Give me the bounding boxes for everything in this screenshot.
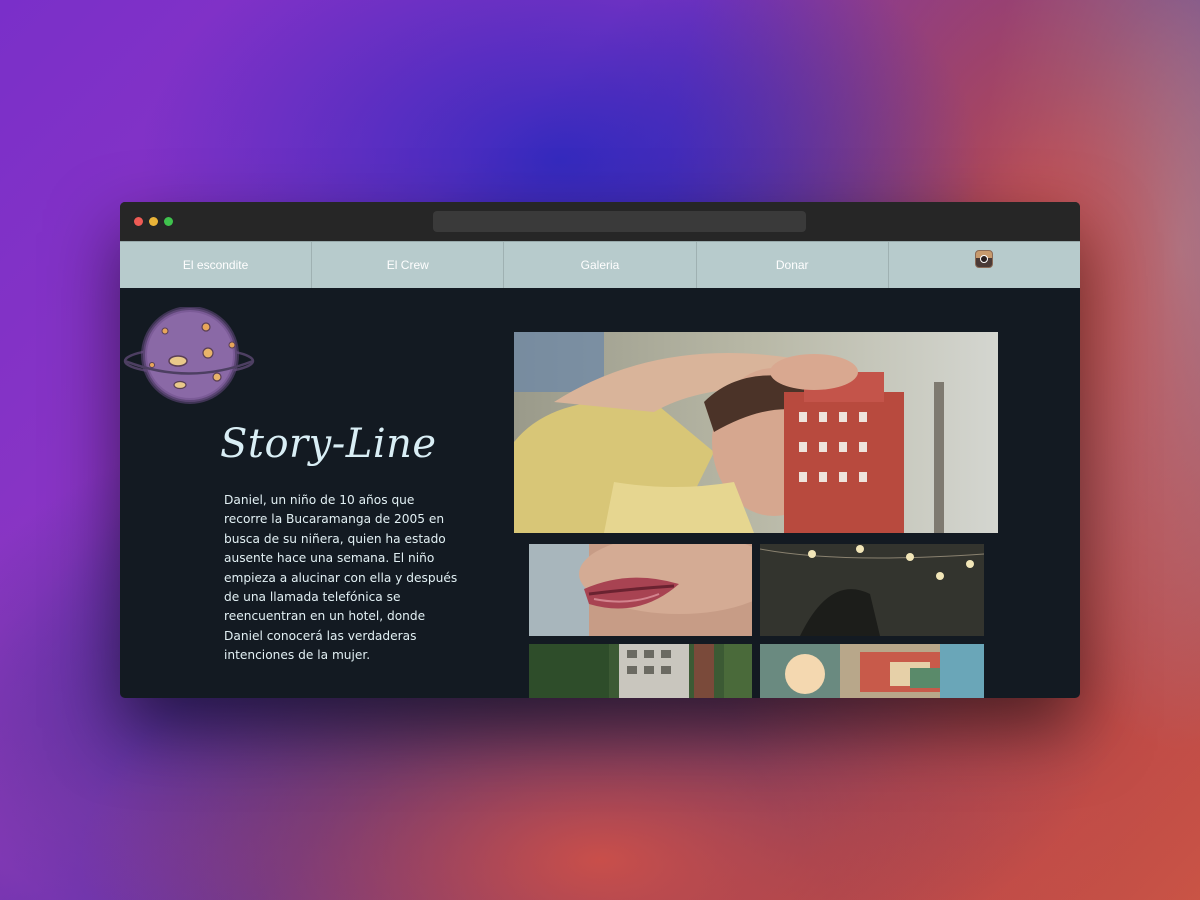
nav-item-label: El Crew	[386, 258, 429, 272]
nav-item-donar[interactable]: Donar	[697, 242, 889, 288]
nav-item-galeria[interactable]: Galeria	[504, 242, 697, 288]
nav-item-label: Galeria	[580, 258, 620, 272]
planet-illustration	[122, 306, 256, 405]
nav-item-el-escondite[interactable]: El escondite	[120, 242, 313, 288]
hero-still-image	[514, 332, 998, 533]
synopsis-text: Daniel, un niño de 10 años que recorre l…	[224, 493, 458, 663]
gallery-thumbnail-lights[interactable]	[760, 544, 984, 636]
address-bar[interactable]	[433, 211, 806, 232]
close-window-button[interactable]	[134, 217, 143, 226]
page-title: Story-Line	[220, 421, 437, 467]
browser-titlebar	[120, 202, 1080, 241]
nav-item-instagram[interactable]	[889, 242, 1080, 288]
minimize-window-button[interactable]	[149, 217, 158, 226]
nav-item-el-crew[interactable]: El Crew	[312, 242, 505, 288]
nav-item-label: Donar	[775, 258, 809, 272]
maximize-window-button[interactable]	[164, 217, 173, 226]
gallery-thumbnail-building[interactable]	[529, 644, 752, 698]
gallery-thumbnail-toys[interactable]	[760, 644, 984, 698]
nav-item-label: El escondite	[182, 258, 249, 272]
instagram-icon	[975, 250, 994, 268]
gallery-thumbnail-lips[interactable]	[529, 544, 752, 636]
top-navigation: El escondite El Crew Galeria Donar	[120, 241, 1080, 288]
story-section: Story-Line Daniel, un niño de 10 años qu…	[120, 287, 1080, 698]
browser-window: El escondite El Crew Galeria Donar Story…	[120, 202, 1080, 698]
